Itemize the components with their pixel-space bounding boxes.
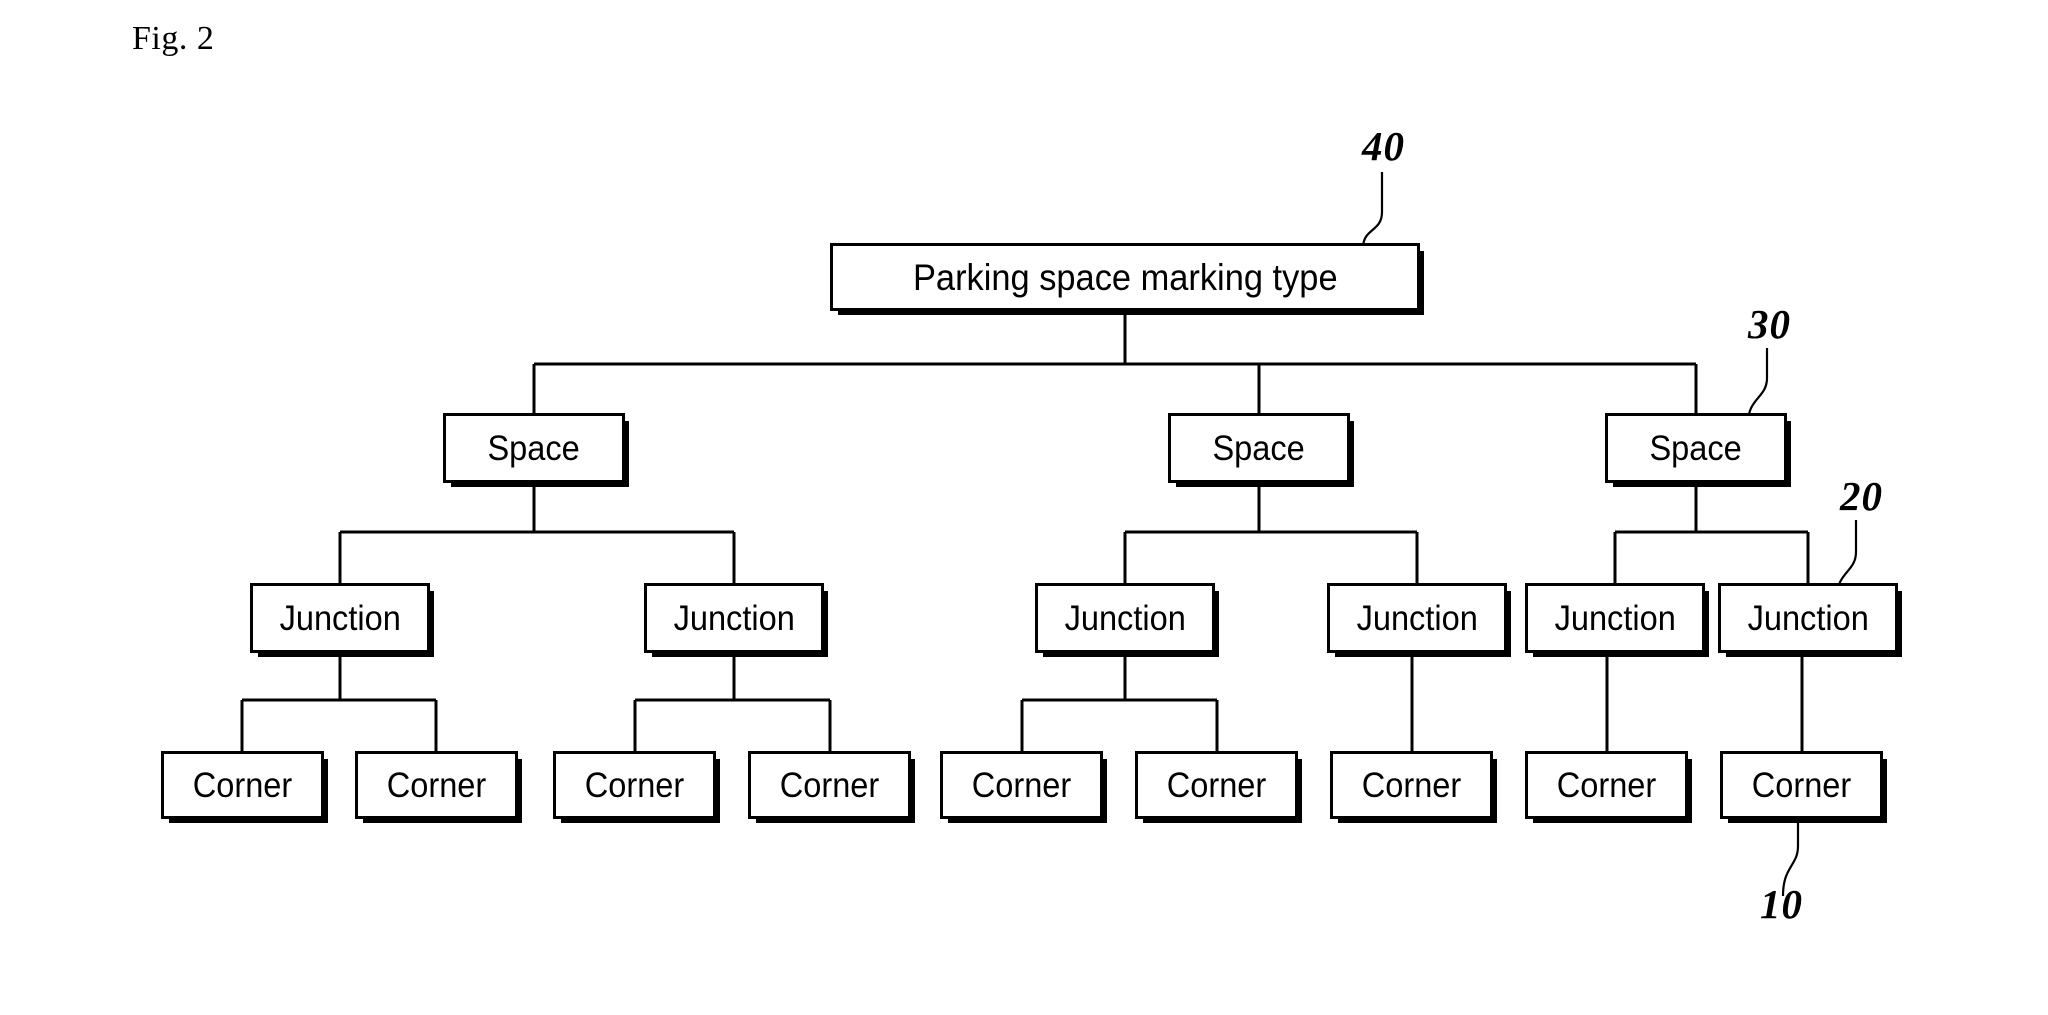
corner-box-9-label: Corner [1751,765,1852,805]
corner-box-2[interactable]: Corner [355,751,518,819]
corner-box-5[interactable]: Corner [940,751,1103,819]
corner-box-4[interactable]: Corner [748,751,911,819]
root-parking-space-marking-type[interactable]: Parking space marking type [830,243,1420,311]
corner-box-6[interactable]: Corner [1135,751,1298,819]
corner-box-4-label: Corner [779,765,880,805]
junction-box-1[interactable]: Junction [250,583,430,653]
corner-box-7[interactable]: Corner [1330,751,1493,819]
ref-numeral-40: 40 [1362,123,1405,169]
corner-box-8-label: Corner [1556,765,1657,805]
corner-box-3-label: Corner [584,765,685,805]
space-box-2[interactable]: Space [1168,413,1350,483]
corner-box-2-label: Corner [386,765,487,805]
space-box-3[interactable]: Space [1605,413,1787,483]
diagram-canvas [240,172,1858,897]
corner-box-8[interactable]: Corner [1525,751,1688,819]
corner-box-9[interactable]: Corner [1720,751,1883,819]
junction-box-4-label: Junction [1356,598,1478,638]
ref-numeral-20: 20 [1840,473,1883,519]
space-box-1[interactable]: Space [443,413,625,483]
junction-box-3[interactable]: Junction [1035,583,1215,653]
junction-box-2[interactable]: Junction [644,583,824,653]
junction-box-6[interactable]: Junction [1718,583,1898,653]
corner-box-6-label: Corner [1166,765,1267,805]
space-box-3-label: Space [1649,428,1743,468]
corner-box-1-label: Corner [192,765,293,805]
junction-box-6-label: Junction [1747,598,1869,638]
leader-line-40 [1361,172,1384,249]
corner-box-5-label: Corner [971,765,1072,805]
ref-numeral-30: 30 [1748,301,1791,347]
junction-box-2-label: Junction [673,598,795,638]
junction-box-5[interactable]: Junction [1525,583,1705,653]
space-box-2-label: Space [1212,428,1306,468]
corner-box-1[interactable]: Corner [161,751,324,819]
root-label: Parking space marking type [912,256,1338,298]
corner-box-3[interactable]: Corner [553,751,716,819]
corner-box-7-label: Corner [1361,765,1462,805]
leader-line-30 [1746,348,1769,424]
ref-numeral-10: 10 [1760,881,1803,927]
junction-box-5-label: Junction [1554,598,1676,638]
junction-box-3-label: Junction [1064,598,1186,638]
space-box-1-label: Space [487,428,581,468]
connector-lines [240,311,1810,751]
junction-box-4[interactable]: Junction [1327,583,1507,653]
junction-box-1-label: Junction [279,598,401,638]
